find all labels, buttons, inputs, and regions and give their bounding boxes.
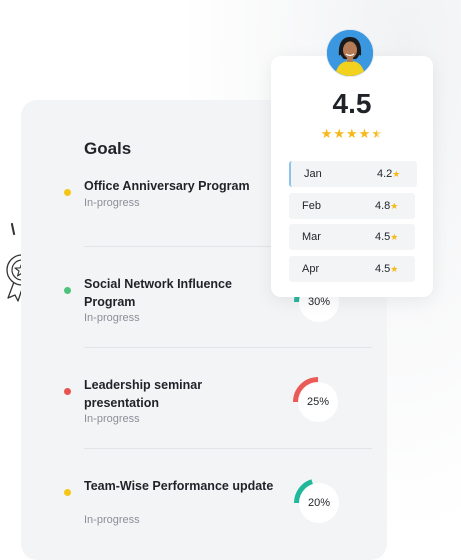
progress-percent: 25% (298, 382, 338, 422)
star-icons: ★★★★ (320, 126, 372, 141)
goal-status: In-progress (84, 413, 140, 425)
month-value-wrap: 4.5★ (375, 231, 398, 243)
status-dot (64, 489, 71, 496)
progress-percent: 20% (299, 483, 339, 523)
goal-status: In-progress (84, 312, 140, 324)
month-rating-row[interactable]: Mar 4.5★ (289, 224, 415, 250)
star-icon: ★ (390, 264, 399, 274)
goal-title: Social Network Influence Program (84, 277, 232, 309)
decorative-tick (10, 222, 16, 236)
star-icon: ★ (392, 169, 401, 179)
half-star-empty: ★ (377, 126, 383, 142)
month-value-wrap: 4.2★ (377, 168, 400, 180)
month-label: Feb (302, 200, 321, 212)
user-avatar[interactable] (326, 29, 374, 77)
star-icon: ★ (390, 232, 399, 242)
goal-title: Team-Wise Performance update (84, 479, 274, 493)
month-value: 4.5 (375, 231, 391, 243)
month-value-wrap: 4.5★ (375, 263, 398, 275)
month-rating-row[interactable]: Apr 4.5★ (289, 256, 415, 282)
status-dot (64, 287, 71, 294)
rating-score: 4.5 (332, 88, 372, 119)
goal-status: In-progress (84, 514, 140, 526)
month-label: Apr (302, 263, 320, 275)
month-rating-row[interactable]: Feb 4.8★ (289, 193, 415, 219)
rating-stars: ★★★★★★ (271, 126, 433, 142)
status-dot (64, 189, 71, 196)
goal-title: Office Anniversary Program (84, 179, 250, 193)
month-value: 4.2 (377, 168, 393, 180)
goals-title: Goals (84, 139, 132, 158)
month-label: Mar (302, 231, 321, 243)
goal-status: In-progress (84, 197, 140, 209)
divider (84, 448, 372, 449)
month-value-wrap: 4.8★ (375, 200, 398, 212)
divider (84, 347, 372, 348)
month-value: 4.5 (375, 263, 391, 275)
month-label: Jan (304, 168, 322, 180)
progress-ring: 20% (294, 478, 344, 528)
goal-title: Leadership seminar presentation (84, 378, 203, 410)
star-icon: ★ (390, 201, 399, 211)
month-value: 4.8 (375, 200, 391, 212)
month-rating-row[interactable]: Jan 4.2★ (289, 161, 417, 187)
status-dot (64, 388, 71, 395)
progress-ring: 25% (293, 377, 343, 427)
